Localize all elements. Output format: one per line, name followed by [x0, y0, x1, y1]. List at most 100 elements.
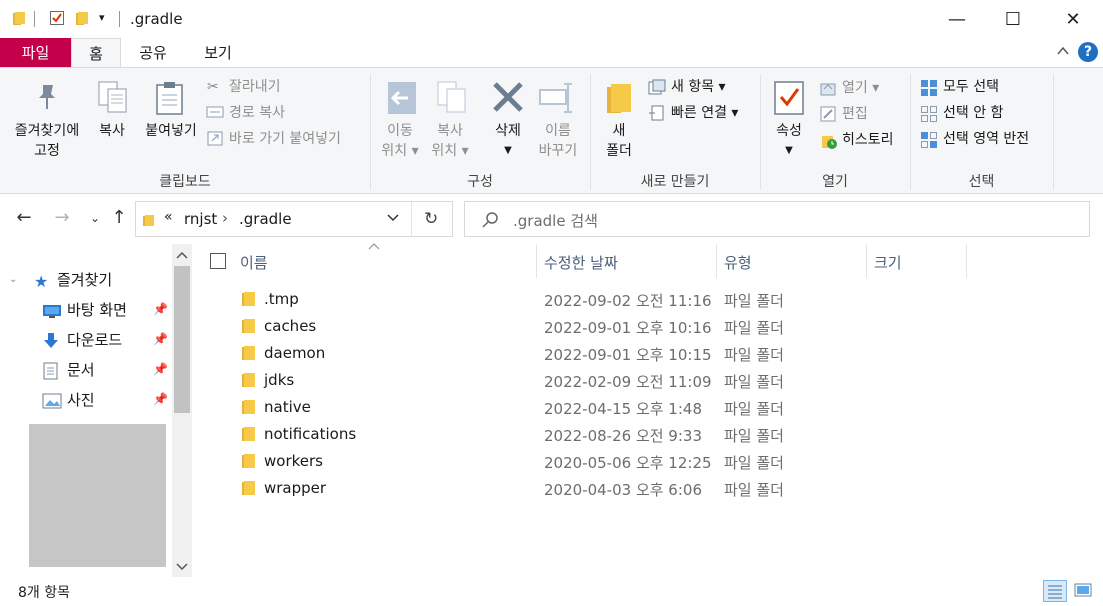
breadcrumb-rnjst[interactable]: rnjst: [184, 210, 217, 228]
folder-icon: [241, 480, 257, 500]
forward-button[interactable]: →: [50, 206, 74, 230]
rename-icon: [538, 80, 578, 120]
collapse-ribbon-icon[interactable]: [1056, 44, 1070, 62]
details-view-button[interactable]: [1043, 580, 1067, 602]
file-name: daemon: [264, 344, 326, 362]
help-icon[interactable]: ?: [1078, 42, 1098, 62]
paste-button[interactable]: 붙여넣기: [138, 121, 204, 141]
new-folder-quick-icon[interactable]: [75, 10, 91, 26]
scroll-up-icon[interactable]: [176, 248, 188, 264]
delete-button[interactable]: 삭제 ▼: [484, 121, 532, 161]
tab-file[interactable]: 파일: [0, 38, 71, 68]
move-to-button[interactable]: 이동 위치 ▾: [374, 121, 426, 161]
address-bar[interactable]: « rnjst › .gradle ↻: [135, 201, 453, 237]
search-box[interactable]: .gradle 검색: [464, 201, 1090, 237]
address-overflow[interactable]: «: [164, 209, 173, 225]
pin-to-quick-access-button[interactable]: 즐겨찾기에 고정: [6, 121, 88, 161]
file-name: wrapper: [264, 479, 327, 497]
easy-access-button[interactable]: 빠른 연결 ▾: [671, 102, 738, 124]
select-none-button[interactable]: 선택 안 함: [943, 102, 1003, 124]
edit-button[interactable]: 편집: [842, 103, 868, 125]
download-icon: [42, 332, 60, 354]
file-row[interactable]: .tmp 2022-09-02 오전 11:16 파일 폴더: [230, 286, 990, 313]
column-divider[interactable]: [866, 244, 867, 278]
tab-share[interactable]: 공유: [125, 38, 181, 68]
tab-view[interactable]: 보기: [188, 38, 248, 68]
nav-documents[interactable]: 문서: [67, 356, 95, 384]
tab-home[interactable]: 홈: [71, 38, 121, 68]
nav-pictures[interactable]: 사진: [67, 386, 95, 414]
open-button[interactable]: 열기 ▾: [842, 77, 879, 99]
new-item-button[interactable]: 새 항목 ▾: [671, 76, 726, 98]
copy-path-button[interactable]: 경로 복사: [229, 102, 285, 124]
select-none-icon: [920, 105, 938, 127]
file-date: 2022-04-15 오후 1:48: [544, 400, 702, 418]
select-all-checkbox[interactable]: [210, 253, 226, 269]
copy-icon: [97, 80, 129, 118]
breadcrumb-separator[interactable]: ›: [222, 209, 228, 227]
file-row[interactable]: native 2022-04-15 오후 1:48 파일 폴더: [230, 394, 990, 421]
file-date: 2022-09-02 오전 11:16: [544, 292, 712, 310]
column-divider[interactable]: [716, 244, 717, 278]
breadcrumb-gradle[interactable]: .gradle: [239, 210, 292, 228]
new-folder-button[interactable]: 새 폴더: [598, 121, 640, 161]
maximize-button[interactable]: ☐: [985, 0, 1041, 38]
pin-icon: 📌: [153, 362, 168, 376]
column-divider[interactable]: [536, 244, 537, 278]
column-divider[interactable]: [966, 244, 967, 278]
invert-selection-button[interactable]: 선택 영역 반전: [943, 128, 1029, 150]
nav-quick-access[interactable]: 즐겨찾기: [57, 266, 112, 294]
file-type: 파일 폴더: [724, 400, 784, 418]
title-separator: [34, 11, 35, 27]
address-divider: [411, 202, 412, 236]
nav-desktop[interactable]: 바탕 화면: [67, 296, 127, 324]
organize-group-label: 구성: [467, 174, 493, 190]
recent-locations-button[interactable]: ⌄: [83, 206, 107, 230]
customize-quick-access-icon[interactable]: ▾: [99, 10, 115, 26]
file-row[interactable]: jdks 2022-02-09 오전 11:09 파일 폴더: [230, 367, 990, 394]
explorer-window: ▾ .gradle — ☐ ✕ 파일 홈 공유 보기 ? 즐겨찾기에 고정 복사: [0, 0, 1103, 606]
file-date: 2022-09-01 오후 10:16: [544, 319, 712, 337]
folder-icon: [241, 318, 257, 338]
edit-icon: [820, 106, 836, 126]
cut-button[interactable]: 잘라내기: [229, 76, 281, 98]
delete-label: 삭제: [495, 123, 521, 139]
file-type: 파일 폴더: [724, 292, 784, 310]
rename-button[interactable]: 이름 바꾸기: [530, 121, 586, 161]
nav-downloads[interactable]: 다운로드: [67, 326, 122, 354]
history-button[interactable]: 히스토리: [842, 129, 894, 151]
column-header-date[interactable]: 수정한 날짜: [544, 252, 618, 273]
file-row[interactable]: notifications 2022-08-26 오전 9:33 파일 폴더: [230, 421, 990, 448]
desktop-icon: [42, 303, 62, 323]
folder-icon: [142, 213, 156, 231]
properties-button[interactable]: 속성 ▼: [768, 121, 810, 161]
file-row[interactable]: caches 2022-09-01 오후 10:16 파일 폴더: [230, 313, 990, 340]
column-header-name[interactable]: 이름: [240, 252, 268, 273]
file-name: jdks: [264, 371, 295, 389]
large-icons-view-button[interactable]: [1072, 580, 1096, 602]
file-row[interactable]: wrapper 2020-04-03 오후 6:06 파일 폴더: [230, 475, 990, 502]
file-row[interactable]: workers 2020-05-06 오후 12:25 파일 폴더: [230, 448, 990, 475]
back-button[interactable]: ←: [12, 206, 36, 230]
close-button[interactable]: ✕: [1045, 0, 1101, 38]
expand-chevron-icon[interactable]: ⌄: [9, 274, 17, 285]
address-history-dropdown[interactable]: [386, 210, 400, 228]
rename-label-1: 이름: [545, 123, 571, 139]
select-all-button[interactable]: 모두 선택: [943, 76, 999, 98]
refresh-icon[interactable]: ↻: [424, 209, 438, 229]
copy-button[interactable]: 복사: [90, 121, 134, 141]
file-row[interactable]: daemon 2022-09-01 오후 10:15 파일 폴더: [230, 340, 990, 367]
window-title: .gradle: [130, 10, 183, 28]
select-group-label: 선택: [968, 174, 995, 190]
file-date: 2020-04-03 오후 6:06: [544, 481, 702, 499]
copy-to-button[interactable]: 복사 위치 ▾: [424, 121, 476, 161]
up-button[interactable]: ↑: [107, 206, 131, 230]
nav-scrollbar[interactable]: [172, 244, 192, 577]
paste-shortcut-button[interactable]: 바로 가기 붙여넣기: [229, 128, 341, 150]
column-header-size[interactable]: 크기: [874, 252, 902, 273]
scroll-down-icon[interactable]: [176, 560, 188, 576]
minimize-button[interactable]: —: [929, 0, 985, 38]
column-header-type[interactable]: 유형: [724, 252, 752, 273]
scroll-thumb[interactable]: [174, 266, 190, 413]
properties-check-icon[interactable]: [49, 10, 65, 26]
